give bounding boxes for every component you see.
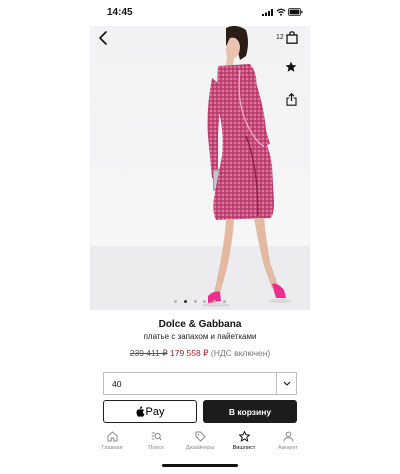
gallery-pagination [174,298,226,304]
tab-label: Дизайнеры [185,445,215,451]
tab-label: Поиск [148,445,164,451]
gallery-dot[interactable] [213,299,217,303]
star-icon [238,431,250,442]
gallery-dot[interactable] [174,299,177,303]
search-icon [151,432,162,441]
chevron-down-icon[interactable] [283,380,291,387]
home-indicator [162,464,238,467]
gallery-dot[interactable] [203,299,207,303]
share-icon[interactable] [286,93,297,106]
tab-designers[interactable]: Дизайнеры [178,428,222,458]
sale-price: 179 558 ₽ [169,348,209,358]
cellular-signal-icon [262,9,273,16]
status-bar: 14:45 [90,0,310,26]
tag-icon [195,431,206,442]
product-photo [202,26,292,307]
old-price: 239 411 ₽ [129,348,168,358]
star-icon[interactable] [285,61,297,73]
tab-label: Главная [101,445,123,451]
product-brand[interactable]: Dolce & Gabbana [90,319,310,330]
size-select-divider [276,373,277,394]
size-select[interactable]: 40 [103,372,297,395]
bottom-tab-bar: Главная Поиск Дизайнеры Вишлист Аккаунт [90,428,310,458]
home-icon [107,431,117,442]
size-select-value: 40 [112,379,122,389]
tab-home[interactable]: Главная [90,428,134,458]
tab-label: Вишлист [232,445,256,451]
shopping-bag-icon[interactable] [286,31,298,44]
gallery-dot[interactable] [193,299,197,303]
price-row: 239 411 ₽ 179 558 ₽ (НДС включен) [90,348,310,359]
product-image-gallery[interactable]: 12 [90,26,310,310]
status-time: 14:45 [107,7,133,18]
vat-note: (НДС включен) [210,348,271,358]
add-to-cart-button[interactable]: В корзину [203,400,297,423]
apple-logo-icon [136,406,144,417]
app-screen: 14:45 12 Dolce & Gabbana платье с запахо… [90,0,310,474]
apple-pay-label: Pay [145,405,165,418]
apple-pay-button[interactable]: Pay [103,400,197,423]
gallery-dot[interactable] [222,299,226,303]
back-arrow-icon[interactable] [96,30,112,46]
tab-search[interactable]: Поиск [134,428,178,458]
tab-label: Аккаунт [278,445,298,451]
product-subtitle: платье с запахом и пайетками [143,332,257,341]
wifi-icon [276,8,286,16]
tab-wishlist[interactable]: Вишлист [222,428,266,458]
tab-account[interactable]: Аккаунт [266,428,310,458]
bag-count-badge: 12 [276,34,284,41]
user-icon [283,431,293,442]
gallery-dot[interactable] [183,299,187,303]
battery-icon [288,8,303,16]
